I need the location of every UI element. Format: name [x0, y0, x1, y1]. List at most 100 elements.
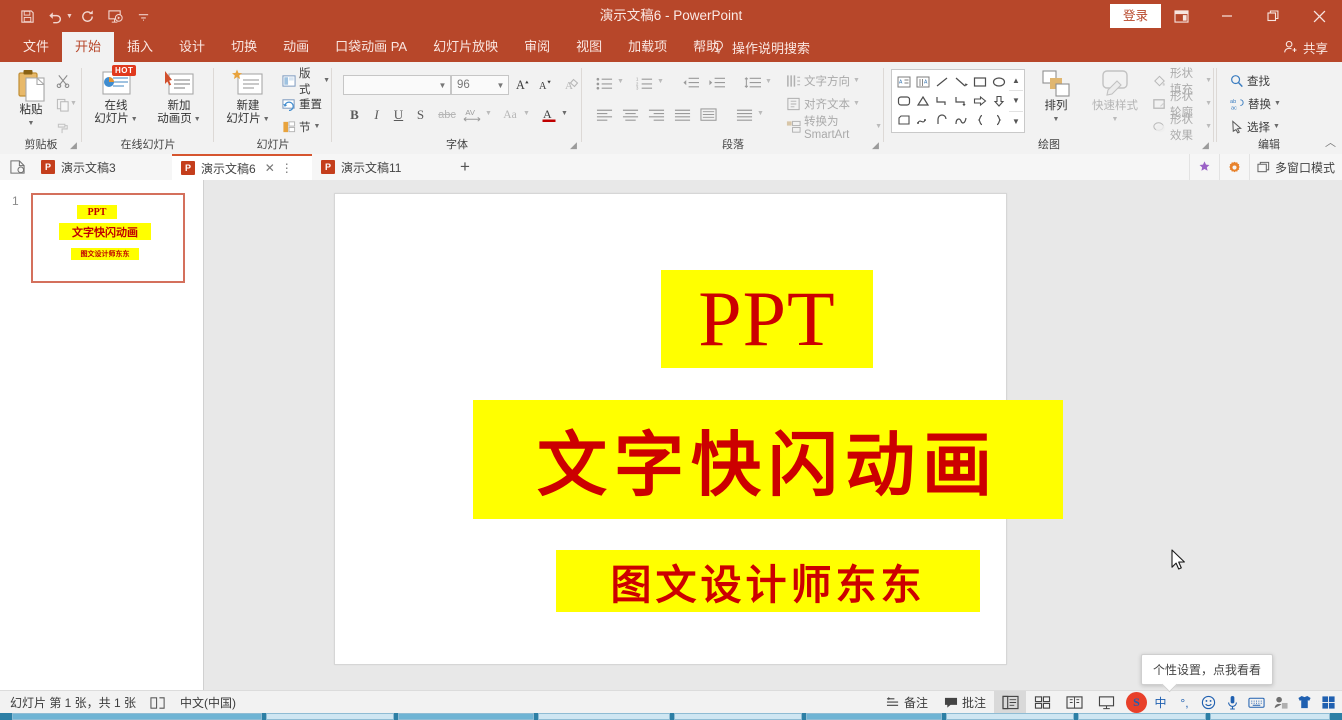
- numbering-button[interactable]: 123: [632, 72, 656, 93]
- slide-sorter-view-button[interactable]: [1026, 691, 1058, 714]
- comments-button[interactable]: 批注: [936, 691, 994, 714]
- normal-view-button[interactable]: [994, 691, 1026, 714]
- tab-pocket-animation[interactable]: 口袋动画 PA: [322, 32, 420, 62]
- personal-settings-tooltip[interactable]: 个性设置，点我看看: [1141, 654, 1274, 685]
- taskbar-item[interactable]: [266, 713, 394, 720]
- slide-text-block-3[interactable]: 图文设计师东东: [556, 550, 980, 612]
- drawing-dialog-launcher[interactable]: ◢: [1200, 140, 1211, 151]
- tab-transitions[interactable]: 切换: [218, 32, 270, 62]
- undo-dropdown-icon[interactable]: ▼: [66, 13, 73, 20]
- minimize-icon[interactable]: [1204, 0, 1250, 32]
- italic-button[interactable]: I: [366, 104, 387, 125]
- language-label[interactable]: 中文(中国): [180, 694, 236, 711]
- character-spacing-button[interactable]: AV: [460, 104, 484, 125]
- section-dropdown-icon[interactable]: ▼: [314, 123, 321, 130]
- tab-file[interactable]: 文件: [10, 32, 62, 62]
- select-button[interactable]: 选择 ▼: [1228, 116, 1282, 137]
- new-tab-button[interactable]: +: [455, 157, 475, 177]
- align-text-button[interactable]: 对齐文本 ▼: [784, 93, 862, 114]
- tab-animations[interactable]: 动画: [270, 32, 322, 62]
- font-name-dropdown-icon[interactable]: ▼: [435, 81, 450, 90]
- new-slide-button[interactable]: 新建 幻灯片 ▼: [220, 68, 276, 126]
- increase-indent-button[interactable]: [704, 72, 728, 93]
- change-case-dropdown-icon[interactable]: ▼: [523, 110, 530, 117]
- shape-right-arrow-icon[interactable]: [970, 91, 989, 110]
- collapse-ribbon-icon[interactable]: ︿: [1325, 134, 1336, 150]
- taskbar-item[interactable]: [806, 713, 942, 720]
- close-icon[interactable]: [1296, 0, 1342, 32]
- bullets-dropdown-icon[interactable]: ▼: [617, 78, 624, 85]
- doc-tab-2[interactable]: P 演示文稿11: [312, 154, 452, 180]
- slide-text-block-1[interactable]: PPT: [661, 270, 873, 368]
- shape-rounded-rect-icon[interactable]: [894, 91, 913, 110]
- font-size-dropdown-icon[interactable]: ▼: [493, 81, 508, 90]
- plugin-icon[interactable]: [1188, 154, 1219, 180]
- shape-triangle-icon[interactable]: [913, 91, 932, 110]
- ime-user-icon[interactable]: [1270, 692, 1291, 713]
- taskbar-item[interactable]: [1210, 713, 1330, 720]
- layout-button[interactable]: 版式 ▼: [280, 68, 332, 96]
- slide-count-label[interactable]: 幻灯片 第 1 张，共 1 张: [10, 694, 136, 711]
- shape-text-box-icon[interactable]: A: [894, 72, 913, 91]
- customize-qat-icon[interactable]: [131, 4, 157, 28]
- shape-effects-dropdown-icon[interactable]: ▼: [1205, 123, 1212, 130]
- ribbon-display-options-icon[interactable]: [1158, 0, 1204, 32]
- undo-icon[interactable]: [42, 4, 68, 28]
- columns-button[interactable]: [732, 104, 756, 125]
- new-slide-dropdown-icon[interactable]: ▼: [263, 113, 270, 126]
- text-direction-dropdown-icon[interactable]: ▼: [853, 77, 860, 84]
- shape-down-arrow-icon[interactable]: [989, 91, 1008, 110]
- restore-icon[interactable]: [1250, 0, 1296, 32]
- new-animation-dropdown-icon[interactable]: ▼: [194, 113, 201, 126]
- slide-text-block-2[interactable]: 文字快闪动画: [473, 400, 1063, 519]
- shape-fill-dropdown-icon[interactable]: ▼: [1205, 77, 1212, 84]
- copy-dropdown-icon[interactable]: ▼: [70, 100, 77, 107]
- slide-thumbnail-1[interactable]: PPT 文字快闪动画 图文设计师东东: [31, 193, 185, 283]
- online-slides-dropdown-icon[interactable]: ▼: [131, 113, 138, 126]
- shape-elbow-connector-icon[interactable]: [932, 91, 951, 110]
- shape-freeform-icon[interactable]: [913, 110, 932, 129]
- multi-window-mode-button[interactable]: 多窗口模式: [1248, 154, 1342, 180]
- shape-curve-icon[interactable]: [951, 110, 970, 129]
- select-dropdown-icon[interactable]: ▼: [1273, 123, 1280, 130]
- doc-tab-1[interactable]: P 演示文稿6 ✕ ⋮: [172, 154, 312, 180]
- ime-punctuation-icon[interactable]: °,: [1174, 692, 1195, 713]
- sogou-logo-icon[interactable]: S: [1126, 692, 1147, 713]
- taskbar-item[interactable]: [12, 713, 262, 720]
- tab-insert[interactable]: 插入: [114, 32, 166, 62]
- cut-button[interactable]: [52, 70, 73, 91]
- ime-toolbox-icon[interactable]: [1318, 692, 1339, 713]
- tab-slideshow[interactable]: 幻灯片放映: [420, 32, 511, 62]
- font-size-input[interactable]: 96 ▼: [451, 75, 509, 95]
- tab-list-icon[interactable]: [6, 157, 28, 177]
- ime-skin-icon[interactable]: [1294, 692, 1315, 713]
- shapes-scroll-up-icon[interactable]: ▲: [1009, 71, 1023, 92]
- quick-styles-button[interactable]: 快速样式 ▼: [1086, 68, 1144, 126]
- online-slides-button[interactable]: 在线 幻灯片 ▼: [88, 68, 144, 126]
- shapes-gallery[interactable]: A A ▲ ▼ ▼: [891, 69, 1025, 133]
- shape-right-brace-icon[interactable]: [989, 110, 1008, 129]
- tab-review[interactable]: 审阅: [511, 32, 563, 62]
- share-button[interactable]: 共享: [1283, 32, 1328, 62]
- shape-line-icon[interactable]: [932, 72, 951, 91]
- slide-canvas[interactable]: PPT 文字快闪动画 图文设计师东东: [334, 193, 1063, 665]
- align-left-button[interactable]: [592, 104, 616, 125]
- text-direction-button[interactable]: 文字方向 ▼: [784, 70, 862, 91]
- reset-button[interactable]: 重置: [280, 93, 324, 114]
- shape-arrow-icon[interactable]: [951, 72, 970, 91]
- align-text-dropdown-icon[interactable]: ▼: [853, 100, 860, 107]
- shapes-more-icon[interactable]: ▼: [1009, 112, 1023, 131]
- tab-home[interactable]: 开始: [62, 32, 115, 62]
- tell-me-search[interactable]: 操作说明搜索: [712, 32, 810, 62]
- ime-microphone-icon[interactable]: [1222, 692, 1243, 713]
- align-center-button[interactable]: [618, 104, 642, 125]
- new-animation-page-button[interactable]: 新加 动画页 ▼: [150, 68, 208, 126]
- clipboard-dialog-launcher[interactable]: ◢: [68, 140, 79, 151]
- paste-button[interactable]: 粘贴 ▼: [8, 68, 54, 130]
- section-button[interactable]: 节 ▼: [280, 116, 322, 137]
- close-tab-icon[interactable]: ✕: [265, 161, 275, 175]
- tab-menu-icon[interactable]: ⋮: [281, 161, 293, 175]
- tab-addins[interactable]: 加载项: [615, 32, 680, 62]
- redo-icon[interactable]: [75, 4, 101, 28]
- shape-arc-icon[interactable]: [932, 110, 951, 129]
